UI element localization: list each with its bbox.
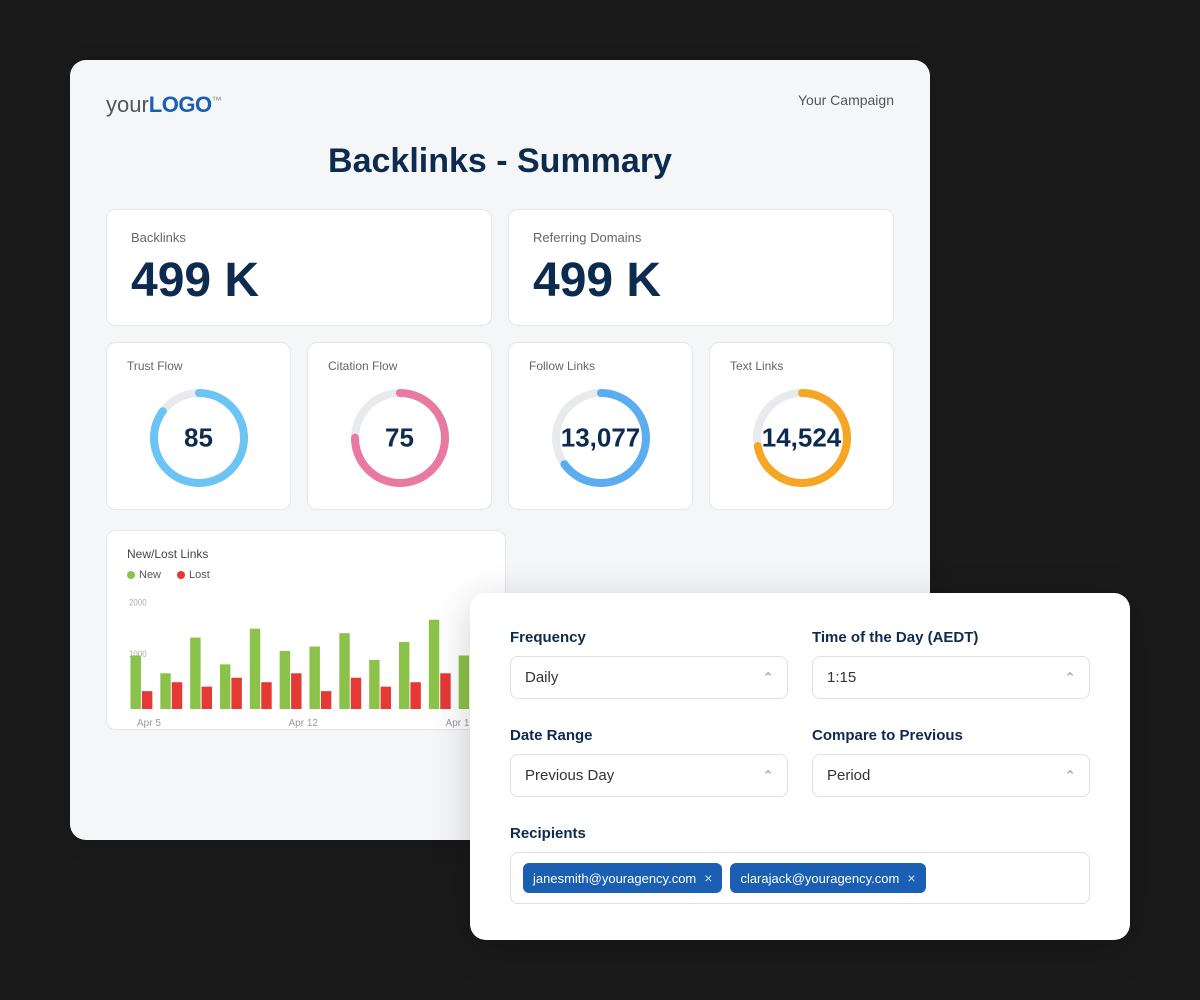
chart-x-labels: Apr 5Apr 12Apr 19: [127, 718, 485, 729]
legend-new: New: [127, 569, 161, 581]
date-range-group: Date Range Previous Day Previous Week Pr…: [510, 727, 788, 797]
logo-text-bold: LOGO: [149, 92, 212, 117]
recipient-email-1: clarajack@youragency.com: [740, 871, 899, 886]
chart-title: New/Lost Links: [127, 547, 485, 561]
page-title: Backlinks - Summary: [106, 142, 894, 181]
recipients-label: Recipients: [510, 825, 1090, 842]
logo: yourLOGO™: [106, 92, 222, 118]
time-label: Time of the Day (AEDT): [812, 629, 1090, 646]
time-select-wrapper: 1:15 2:00 6:00 12:00 ⌃: [812, 656, 1090, 699]
time-group: Time of the Day (AEDT) 1:15 2:00 6:00 12…: [812, 629, 1090, 699]
chart-x-label: Apr 12: [288, 718, 317, 729]
backlinks-card: Backlinks 499 K: [106, 209, 492, 326]
form-row-1: Frequency Daily Weekly Monthly ⌃ Time of…: [510, 629, 1090, 699]
chart-svg: 20001000: [127, 589, 485, 709]
gauge-label-1: Citation Flow: [328, 359, 397, 373]
gauge-number-2: 13,077: [561, 423, 641, 454]
compare-select[interactable]: Period Day Week: [812, 754, 1090, 797]
report-header: yourLOGO™ Your Campaign: [106, 92, 894, 118]
legend-lost: Lost: [177, 569, 210, 581]
scene: yourLOGO™ Your Campaign Backlinks - Summ…: [70, 60, 1130, 940]
backlinks-label: Backlinks: [131, 230, 467, 245]
modal-card: Frequency Daily Weekly Monthly ⌃ Time of…: [470, 593, 1130, 940]
legend-new-dot: [127, 571, 135, 579]
gauge-label-3: Text Links: [730, 359, 783, 373]
gauge-card-3: Text Links 14,524: [709, 342, 894, 510]
recipients-section: Recipients janesmith@youragency.com × cl…: [510, 825, 1090, 904]
date-range-select[interactable]: Previous Day Previous Week Previous Mont…: [510, 754, 788, 797]
form-row-2: Date Range Previous Day Previous Week Pr…: [510, 727, 1090, 797]
frequency-group: Frequency Daily Weekly Monthly ⌃: [510, 629, 788, 699]
gauge-container-0: 85: [144, 383, 254, 493]
frequency-select[interactable]: Daily Weekly Monthly: [510, 656, 788, 699]
gauge-card-0: Trust Flow 85: [106, 342, 291, 510]
gauge-container-1: 75: [345, 383, 455, 493]
gauge-container-3: 14,524: [747, 383, 857, 493]
logo-trademark: ™: [212, 96, 222, 107]
legend-lost-label: Lost: [189, 569, 210, 581]
compare-label: Compare to Previous: [812, 727, 1090, 744]
frequency-label: Frequency: [510, 629, 788, 646]
referring-domains-label: Referring Domains: [533, 230, 869, 245]
logo-text-before: your: [106, 92, 149, 117]
recipient-tag-1: clarajack@youragency.com ×: [730, 863, 925, 893]
date-range-label: Date Range: [510, 727, 788, 744]
gauge-label-0: Trust Flow: [127, 359, 183, 373]
referring-domains-value: 499 K: [533, 257, 869, 305]
recipient-tag-0: janesmith@youragency.com ×: [523, 863, 722, 893]
campaign-label: Your Campaign: [798, 92, 894, 108]
gauge-card-2: Follow Links 13,077: [508, 342, 693, 510]
gauge-number-3: 14,524: [762, 423, 842, 454]
chart-legend: New Lost: [127, 569, 485, 581]
gauge-row: Trust Flow 85 Citation Flow 75 Follow Li…: [106, 342, 894, 510]
chart-x-label: Apr 5: [137, 718, 161, 729]
recipient-remove-1[interactable]: ×: [907, 871, 915, 885]
frequency-select-wrapper: Daily Weekly Monthly ⌃: [510, 656, 788, 699]
legend-new-label: New: [139, 569, 161, 581]
compare-select-wrapper: Period Day Week ⌃: [812, 754, 1090, 797]
time-select[interactable]: 1:15 2:00 6:00 12:00: [812, 656, 1090, 699]
date-range-select-wrapper: Previous Day Previous Week Previous Mont…: [510, 754, 788, 797]
gauge-card-1: Citation Flow 75: [307, 342, 492, 510]
compare-group: Compare to Previous Period Day Week ⌃: [812, 727, 1090, 797]
legend-lost-dot: [177, 571, 185, 579]
chart-card: New/Lost Links New Lost 20001000 Apr 5 Ap…: [106, 530, 506, 730]
metric-row-1: Backlinks 499 K Referring Domains 499 K: [106, 209, 894, 326]
referring-domains-card: Referring Domains 499 K: [508, 209, 894, 326]
gauge-container-2: 13,077: [546, 383, 656, 493]
backlinks-value: 499 K: [131, 257, 467, 305]
recipient-remove-0[interactable]: ×: [704, 871, 712, 885]
svg-text:2000: 2000: [129, 597, 147, 607]
gauge-number-0: 85: [184, 423, 213, 454]
gauge-label-2: Follow Links: [529, 359, 595, 373]
recipients-box[interactable]: janesmith@youragency.com × clarajack@you…: [510, 852, 1090, 904]
gauge-number-1: 75: [385, 423, 414, 454]
recipient-email-0: janesmith@youragency.com: [533, 871, 696, 886]
